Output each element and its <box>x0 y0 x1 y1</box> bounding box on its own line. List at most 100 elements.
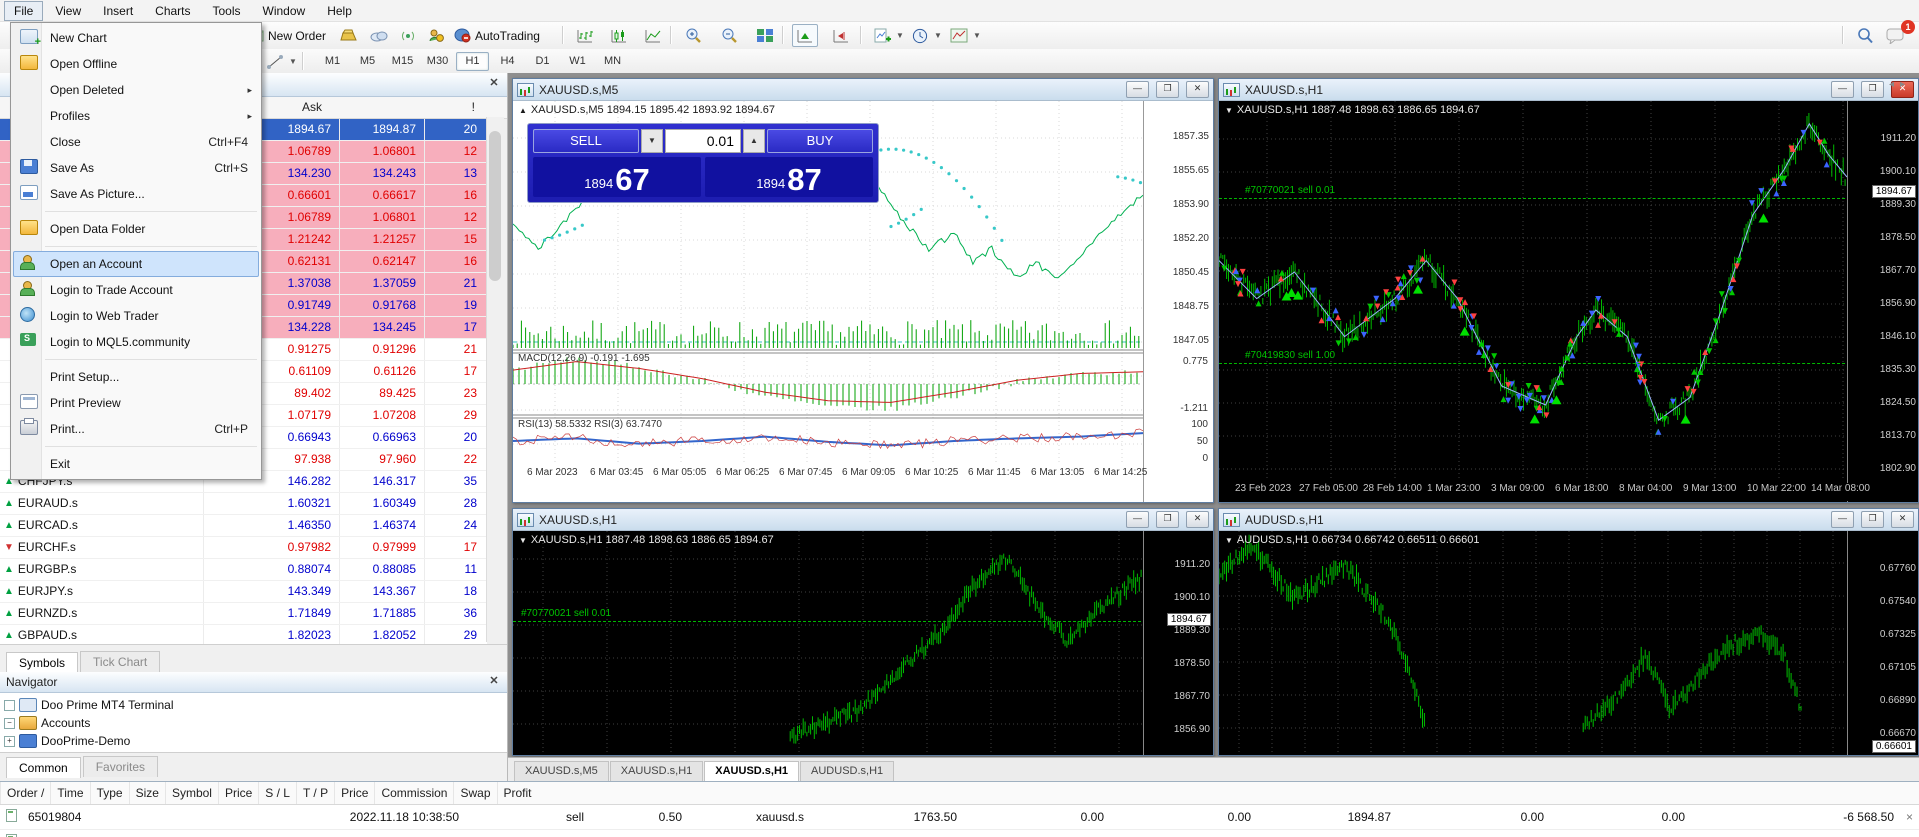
terminal-column-header[interactable]: Price <box>334 782 374 804</box>
close-order-icon[interactable]: × <box>1900 805 1919 829</box>
spread-column-header[interactable]: ! <box>472 100 475 114</box>
terminal-column-header[interactable]: Commission <box>374 782 453 804</box>
menu-item[interactable]: Insert <box>93 1 143 21</box>
zoom-in-icon[interactable] <box>680 24 706 47</box>
tree-item[interactable]: + DooPrime-Demo <box>0 732 507 750</box>
minimize-button[interactable]: — <box>1831 81 1854 98</box>
file-menu-item[interactable]: Open Data Folder <box>13 216 259 242</box>
chart-window-xauusd-m5[interactable]: XAUUSD.s,M5 — ❐ ✕ ▲XAUUSD.s,M5 1894.15 1… <box>512 78 1214 503</box>
close-button[interactable]: ✕ <box>1891 511 1914 528</box>
timeframe-button[interactable]: M30 <box>421 52 454 71</box>
restore-button[interactable]: ❐ <box>1156 81 1179 98</box>
window-titlebar[interactable]: XAUUSD.s,M5 — ❐ ✕ <box>513 79 1213 101</box>
file-menu-item[interactable]: Print Setup... <box>13 364 259 390</box>
timeframe-button[interactable]: D1 <box>526 52 559 71</box>
timeframe-button[interactable]: M15 <box>386 52 419 71</box>
menu-item[interactable]: Charts <box>145 1 200 21</box>
audusd-chart-plot[interactable] <box>1219 531 1847 755</box>
mql5-community-icon[interactable] <box>424 24 448 47</box>
chart-window-audusd-h1[interactable]: AUDUSD.s,H1 — ❐ ✕ ▼AUDUSD.s,H1 0.66734 0… <box>1218 508 1919 756</box>
position-line[interactable] <box>1219 198 1845 199</box>
tile-windows-icon[interactable] <box>752 24 778 47</box>
file-menu-item[interactable]: Open an Account <box>13 251 259 277</box>
navigator-tab[interactable]: Common <box>6 757 81 778</box>
close-button[interactable]: ✕ <box>1186 81 1209 98</box>
tree-expand-icon[interactable] <box>4 700 15 711</box>
timeframe-button[interactable]: M1 <box>316 52 349 71</box>
chart-tab[interactable]: AUDUSD.s,H1 <box>800 761 894 781</box>
file-menu-item[interactable] <box>45 246 257 247</box>
file-menu-item[interactable]: Save As Picture... <box>13 181 259 207</box>
tree-expand-icon[interactable]: − <box>4 718 15 729</box>
signals-icon[interactable] <box>396 24 420 47</box>
file-menu-item[interactable]: Close Ctrl+F4 <box>13 129 259 155</box>
candlestick-icon[interactable] <box>606 24 632 47</box>
tree-expand-icon[interactable]: + <box>4 736 15 747</box>
line-studies-icon[interactable]: ▼ <box>262 50 301 73</box>
terminal-column-header[interactable]: Time <box>50 782 89 804</box>
terminal-column-header[interactable]: Price <box>218 782 258 804</box>
ask-column-header[interactable]: Ask <box>302 100 322 114</box>
restore-button[interactable]: ❐ <box>1156 511 1179 528</box>
chart-tab[interactable]: XAUUSD.s,H1 <box>610 761 704 781</box>
position-line[interactable] <box>513 621 1141 622</box>
market-watch-row[interactable]: ▲GBPAUD.s 1.82023 1.82052 29 <box>0 625 487 644</box>
terminal-column-header[interactable]: Symbol <box>165 782 218 804</box>
minimize-button[interactable]: — <box>1126 511 1149 528</box>
h1-small-chart-plot[interactable] <box>513 531 1143 755</box>
minimize-button[interactable]: — <box>1126 81 1149 98</box>
file-menu-item[interactable]: New Chart <box>13 25 259 51</box>
chart-tab[interactable]: XAUUSD.s,H1 <box>704 761 799 781</box>
bar-chart-icon[interactable] <box>572 24 598 47</box>
file-menu-item[interactable] <box>45 211 257 212</box>
search-icon[interactable] <box>1852 24 1878 47</box>
timeframe-button[interactable]: MN <box>596 52 629 71</box>
expander-icon[interactable]: ▼ <box>519 536 527 545</box>
market-watch-row[interactable]: ▲EURAUD.s 1.60321 1.60349 28 <box>0 493 487 515</box>
file-menu-item[interactable]: Exit <box>13 451 259 477</box>
file-menu-item[interactable]: Open Deleted ▸ <box>13 77 259 103</box>
menu-item[interactable]: View <box>45 1 91 21</box>
periods-icon[interactable]: ▼ <box>908 24 946 47</box>
autotrading-button[interactable]: AutoTrading <box>450 24 544 47</box>
file-menu-item[interactable] <box>45 446 257 447</box>
terminal-column-header[interactable]: Swap <box>453 782 496 804</box>
buy-price[interactable]: 189487 <box>705 157 873 197</box>
expander-icon[interactable]: ▼ <box>1225 536 1233 545</box>
chart-shift-icon[interactable] <box>828 24 854 47</box>
auto-scroll-icon[interactable] <box>792 24 818 47</box>
file-menu-item[interactable]: Print... Ctrl+P <box>13 416 259 442</box>
volume-input[interactable]: 0.01 <box>665 129 741 153</box>
menu-item[interactable]: File <box>4 1 43 21</box>
chart-tab[interactable]: XAUUSD.s,M5 <box>514 761 609 781</box>
window-titlebar[interactable]: AUDUSD.s,H1 — ❐ ✕ <box>1219 509 1918 531</box>
file-menu-item[interactable]: Login to Trade Account <box>13 277 259 303</box>
menu-item[interactable]: Help <box>317 1 362 21</box>
timeframe-button[interactable]: W1 <box>561 52 594 71</box>
menu-item[interactable]: Window <box>253 1 316 21</box>
add-indicator-icon[interactable]: ▼ <box>870 24 908 47</box>
file-menu-item[interactable] <box>45 359 257 360</box>
file-menu-item[interactable]: Print Preview <box>13 390 259 416</box>
menu-item[interactable]: Tools <box>203 1 251 21</box>
line-chart-icon[interactable] <box>640 24 666 47</box>
expander-icon[interactable]: ▲ <box>519 106 527 115</box>
templates-icon[interactable]: ▼ <box>946 24 985 47</box>
terminal-column-header[interactable]: T / P <box>296 782 334 804</box>
close-icon[interactable]: ✕ <box>487 675 501 689</box>
restore-button[interactable]: ❐ <box>1861 81 1884 98</box>
h1-chart-plot[interactable] <box>1219 101 1847 481</box>
tab-scroll-arrows[interactable]: ◂▸ <box>1889 79 1911 90</box>
buy-button[interactable]: BUY <box>767 129 873 153</box>
close-icon[interactable]: ✕ <box>487 77 501 91</box>
position-line[interactable] <box>1219 363 1845 364</box>
file-menu-item[interactable]: Profiles ▸ <box>13 103 259 129</box>
market-watch-row[interactable]: ▲EURJPY.s 143.349 143.367 18 <box>0 581 487 603</box>
window-titlebar[interactable]: XAUUSD.s,H1 — ❐ ✕ <box>1219 79 1918 101</box>
tree-item[interactable]: Doo Prime MT4 Terminal <box>0 696 507 714</box>
terminal-column-header[interactable]: S / L <box>258 782 296 804</box>
zoom-out-icon[interactable] <box>716 24 742 47</box>
terminal-column-header[interactable]: Size <box>129 782 165 804</box>
volume-down-button[interactable]: ▼ <box>641 129 663 153</box>
restore-button[interactable]: ❐ <box>1861 511 1884 528</box>
